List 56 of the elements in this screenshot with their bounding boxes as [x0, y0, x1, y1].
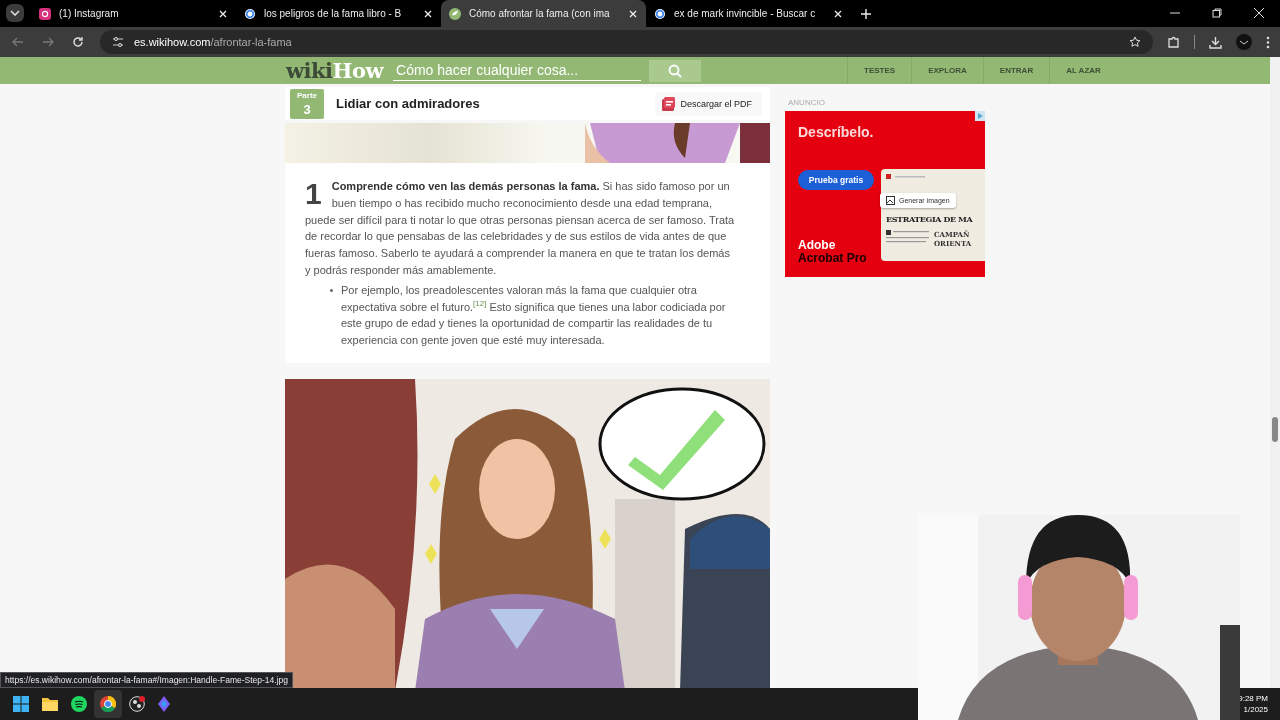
avatar-icon[interactable] [1236, 34, 1252, 50]
reload-icon[interactable] [72, 36, 84, 48]
puzzle-icon[interactable] [1167, 35, 1180, 49]
leaf-icon [449, 7, 461, 20]
address-bar[interactable]: es.wikihow.com/afrontar-la-fama [100, 30, 1153, 54]
wikihow-logo[interactable]: wikiHow [286, 60, 384, 81]
nav-link[interactable]: AL AZAR [1049, 57, 1117, 84]
ring-icon [654, 7, 666, 20]
tab-list-button[interactable] [6, 4, 24, 22]
star-icon[interactable] [1129, 36, 1141, 48]
tune-icon[interactable] [112, 36, 124, 48]
adobe-logo: Adobe Acrobat Pro [798, 239, 867, 265]
close-icon[interactable] [1254, 8, 1264, 18]
bullet-text: Por ejemplo, los preadolescentes valoran más la fama que cualquier otra expectativa sobre el futuro.$^{[12]}$ Esto significa que tienes una labor codiciada por este grupo de edad y tienes la oportunidad de compartir las realidades de tu experiencia con gente joven que esté muy interesada. [341, 282, 727, 349]
browser-tab[interactable]: Cómo afrontar la fama (con ima [441, 0, 646, 27]
ad-label: ANUNCIO [788, 98, 826, 109]
close-icon[interactable] [628, 9, 638, 18]
image-icon [886, 196, 895, 205]
ring-icon [244, 7, 256, 20]
close-icon[interactable] [423, 9, 433, 18]
diamond-icon[interactable] [158, 696, 170, 712]
menu-icon[interactable] [1266, 35, 1270, 49]
bullet-icon [330, 288, 333, 292]
folder-icon[interactable] [42, 697, 58, 711]
download-pdf-button[interactable]: Descargar el PDF [655, 91, 762, 116]
windows-logo-icon[interactable] [13, 696, 29, 712]
browser-tab[interactable]: los peligros de la fama libro - B [236, 0, 441, 27]
ad-headline: Descríbelo. [798, 124, 874, 140]
browser-tab[interactable]: (1) Instagram [31, 0, 236, 27]
close-icon[interactable] [218, 9, 228, 18]
nav-link[interactable]: TESTES [847, 57, 912, 84]
try-free-button[interactable]: Prueba gratis [798, 170, 874, 190]
chevron-down-icon [10, 10, 20, 16]
new-tab-icon[interactable] [861, 9, 871, 19]
download-icon[interactable] [1209, 35, 1222, 49]
nav-link[interactable]: ENTRAR [982, 57, 1050, 84]
restore-icon[interactable] [1212, 8, 1222, 18]
document-title: ESTRATEGIA DE MA [886, 214, 974, 224]
status-url: https://es.wikihow.com/afrontar-la-fama#/Imagen:Handle-Fame-Step-14.jpg [0, 672, 293, 688]
forward-icon[interactable] [42, 36, 54, 48]
nav-link[interactable]: EXPLORA [911, 57, 983, 84]
browser-tab[interactable]: ex de mark invincible - Buscar c [646, 0, 851, 27]
url-text: es.wikihow.com/afrontar-la-fama [134, 36, 292, 48]
document-icon [660, 95, 677, 112]
record-app-icon[interactable] [129, 696, 145, 712]
search-field[interactable]: Cómo hacer cualquier cosa... [393, 60, 642, 81]
close-icon[interactable] [833, 9, 843, 18]
browser-app-icon[interactable] [94, 690, 122, 718]
camera-icon [39, 7, 51, 20]
back-icon[interactable] [12, 36, 24, 48]
search-icon [668, 63, 683, 78]
part-badge: Parte 3 [290, 88, 324, 119]
step-text: 1 Comprende cómo ven las demás personas la fama. Si has sido famoso por un buen tiempo o has recibido mucho reconocimiento desde una edad temprana, puede ser difícil para ti notar lo que otras personas piensan acerca de ser famoso. Trata de recordar lo que pensabas de las celebridades y de sus estilos de vida antes de que fueras famoso. Saberlo te ayudará a comprender la manera en que te tratan los demás y podrás responder más amablemente. [305, 178, 736, 278]
sound-waves-icon[interactable] [71, 696, 87, 712]
section-title: Lidiar con admiradores [336, 96, 480, 111]
toolbar-icon [886, 174, 926, 180]
